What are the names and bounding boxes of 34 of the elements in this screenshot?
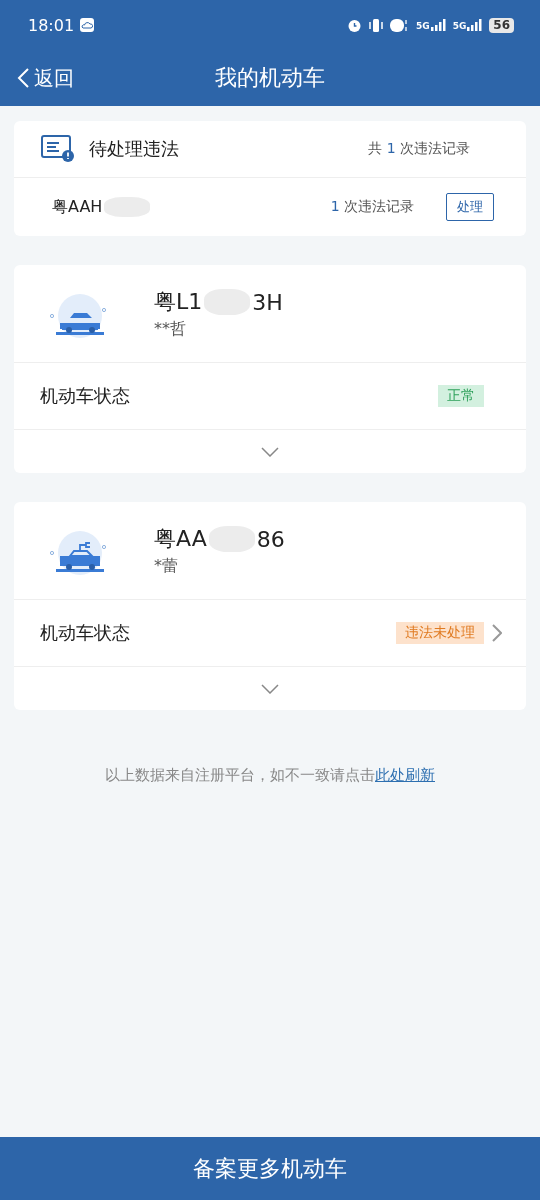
plate-number: 86 [256, 526, 285, 552]
owner-name: **哲 [154, 319, 187, 340]
back-chevron-icon [16, 67, 30, 89]
handle-button[interactable]: 处理 [446, 193, 494, 221]
alarm-icon [347, 17, 362, 33]
violation-summary: 共 1 次违法记录 [368, 140, 470, 158]
section-title: 待处理违法 [89, 137, 180, 161]
chevron-right-icon[interactable] [492, 624, 502, 642]
refresh-link[interactable]: 此处刷新 [375, 766, 435, 784]
signal-icon [430, 19, 447, 31]
status-tag: 正常 [438, 385, 484, 407]
plate-number: 粤AA [154, 525, 207, 553]
data-source-note: 以上数据来自注册平台，如不一致请点击此处刷新 [105, 766, 435, 784]
battery-level: 56 [489, 17, 514, 33]
network-type: 5G [416, 21, 430, 31]
back-button[interactable]: 返回 [16, 50, 74, 106]
expand-chevron-icon[interactable] [261, 446, 279, 457]
network-type: 5G [452, 21, 467, 31]
status-tag: 违法未处理 [396, 622, 484, 644]
violation-count: 1 次违法记录 [330, 198, 414, 216]
document-alert-icon [41, 135, 75, 163]
cloud-icon [80, 18, 95, 32]
status-label: 机动车状态 [40, 384, 131, 408]
plate-number: 粤AAH [52, 196, 103, 218]
expand-chevron-icon[interactable] [261, 683, 279, 694]
vibrate-icon [368, 17, 384, 33]
plate-number: 3H [252, 289, 283, 315]
clock: 18:01 [28, 15, 75, 35]
plate-number: 粤L1 [154, 288, 203, 316]
signal-icon [467, 19, 484, 31]
status-label: 机动车状态 [40, 621, 131, 645]
page-title: 我的机动车 [215, 64, 325, 92]
register-more-button[interactable]: 备案更多机动车 [0, 1137, 540, 1200]
owner-name: *蕾 [154, 556, 179, 577]
